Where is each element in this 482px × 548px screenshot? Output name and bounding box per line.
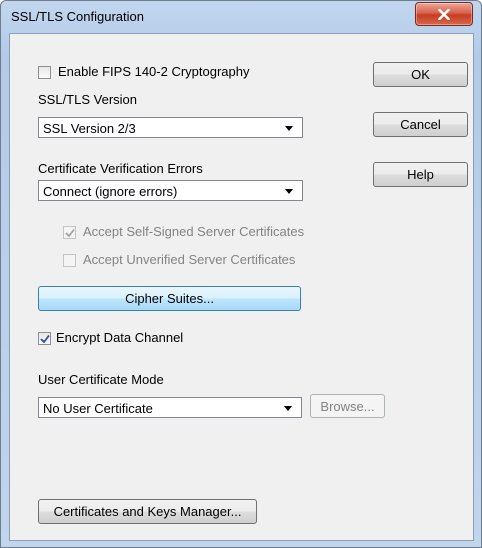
- chevron-down-icon: [285, 189, 293, 194]
- cert-manager-button[interactable]: Certificates and Keys Manager...: [38, 499, 257, 524]
- chevron-down-icon: [284, 406, 292, 411]
- ssl-version-label: SSL/TLS Version: [38, 92, 137, 107]
- user-cert-mode-value: No User Certificate: [43, 401, 153, 416]
- checkmark-icon: [65, 228, 75, 238]
- title-bar[interactable]: SSL/TLS Configuration: [1, 1, 481, 33]
- cert-errors-select[interactable]: Connect (ignore errors): [38, 180, 303, 201]
- window-title: SSL/TLS Configuration: [11, 9, 144, 24]
- user-cert-mode-select[interactable]: No User Certificate: [38, 397, 302, 418]
- ssl-version-select[interactable]: SSL Version 2/3: [38, 117, 303, 138]
- checkmark-icon: [40, 334, 50, 344]
- dialog-window: SSL/TLS Configuration Enable FIPS 140-2 …: [0, 0, 482, 548]
- encrypt-data-checkbox[interactable]: [38, 332, 51, 345]
- browse-button[interactable]: Browse...: [310, 394, 385, 418]
- cert-errors-value: Connect (ignore errors): [43, 184, 178, 199]
- accept-self-signed-checkbox[interactable]: [63, 226, 76, 239]
- cancel-button[interactable]: Cancel: [373, 112, 468, 137]
- encrypt-data-label: Encrypt Data Channel: [56, 330, 184, 345]
- accept-unverified-label: Accept Unverified Server Certificates: [83, 252, 296, 267]
- fips-checkbox[interactable]: [38, 66, 51, 79]
- dialog-body: Enable FIPS 140-2 Cryptography SSL/TLS V…: [9, 33, 474, 541]
- cipher-suites-button[interactable]: Cipher Suites...: [38, 286, 301, 311]
- ok-button[interactable]: OK: [373, 62, 468, 87]
- cert-errors-label: Certificate Verification Errors: [38, 161, 203, 176]
- accept-unverified-checkbox[interactable]: [63, 254, 76, 267]
- help-button[interactable]: Help: [373, 162, 468, 187]
- fips-label: Enable FIPS 140-2 Cryptography: [58, 64, 250, 79]
- close-button[interactable]: [415, 2, 473, 26]
- accept-self-signed-label: Accept Self-Signed Server Certificates: [83, 224, 305, 239]
- ssl-version-value: SSL Version 2/3: [43, 121, 136, 136]
- close-icon: [438, 8, 450, 20]
- chevron-down-icon: [285, 126, 293, 131]
- user-cert-mode-label: User Certificate Mode: [38, 372, 164, 387]
